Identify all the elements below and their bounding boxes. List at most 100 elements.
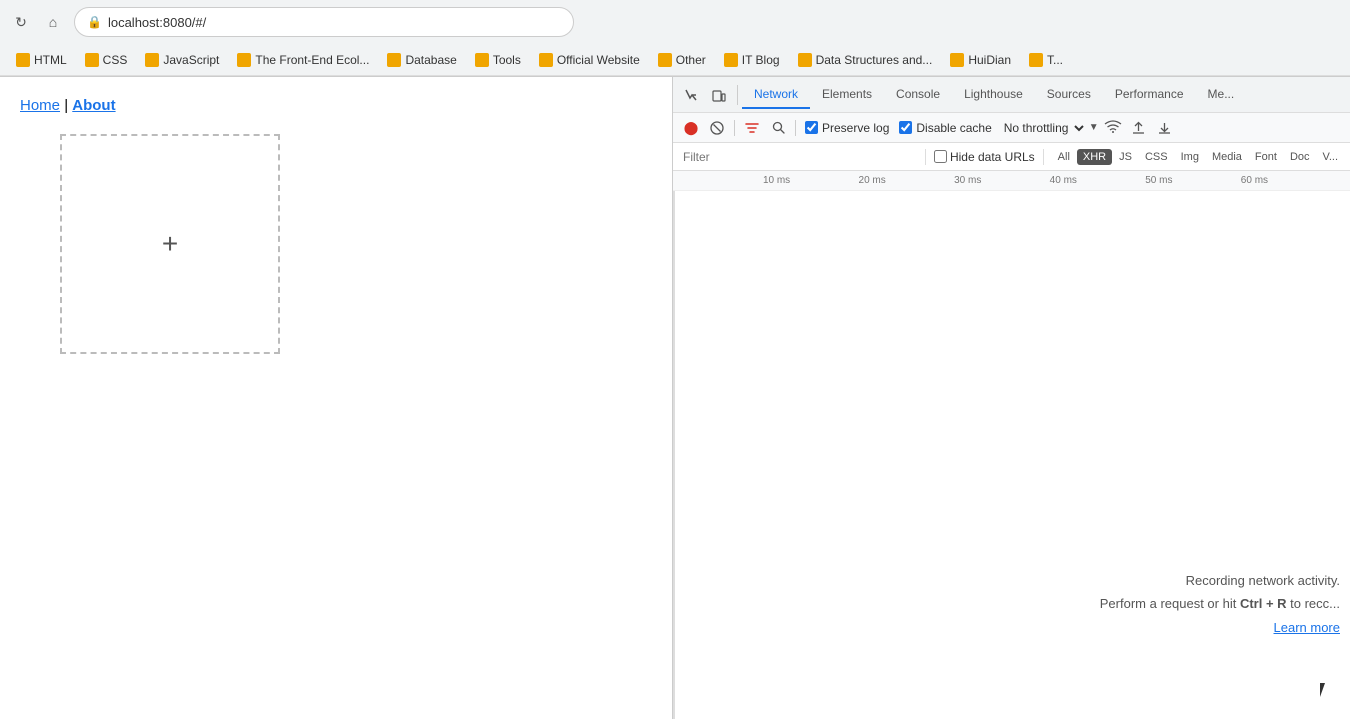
download-icon[interactable] (1153, 116, 1177, 140)
filter-input[interactable] (679, 150, 917, 164)
filter-separator (925, 149, 926, 165)
home-link[interactable]: Home (20, 97, 60, 114)
learn-more-link[interactable]: Learn more (1274, 620, 1340, 635)
bookmark-folder-icon (387, 53, 401, 67)
tab-more[interactable]: Me... (1196, 81, 1247, 109)
url-text: localhost:8080/#/ (108, 15, 206, 30)
refresh-button[interactable]: ↻ (10, 11, 32, 33)
bookmark-t[interactable]: T... (1021, 50, 1071, 70)
tick-30ms: 30 ms (954, 175, 981, 186)
perform-request-text: Perform a request or hit Ctrl + R to rec… (1100, 592, 1340, 615)
lock-icon: 🔒 (87, 15, 102, 29)
network-content: Recording network activity. Perform a re… (673, 191, 1350, 719)
bookmark-folder-icon (85, 53, 99, 67)
wifi-icon (1104, 119, 1122, 136)
timeline-ticks: 10 ms 20 ms 30 ms 40 ms 50 ms 60 ms (681, 171, 1350, 191)
bookmark-folder-icon (237, 53, 251, 67)
upload-icon[interactable] (1127, 116, 1151, 140)
bookmark-javascript[interactable]: JavaScript (137, 50, 227, 70)
tab-network[interactable]: Network (742, 81, 810, 109)
bookmark-folder-icon (950, 53, 964, 67)
devtools-toolbar: ⬤ Preserve (673, 113, 1350, 143)
bookmark-other[interactable]: Other (650, 50, 714, 70)
bookmark-label: Database (405, 53, 456, 67)
clear-button[interactable] (705, 116, 729, 140)
url-bar[interactable]: 🔒 localhost:8080/#/ (74, 7, 574, 37)
bookmark-html[interactable]: HTML (8, 50, 75, 70)
bookmark-label: Data Structures and... (816, 53, 933, 67)
tick-20ms: 20 ms (859, 175, 886, 186)
filter-js[interactable]: JS (1113, 149, 1138, 165)
device-toolbar-button[interactable] (705, 81, 733, 109)
bookmark-folder-icon (798, 53, 812, 67)
bookmark-huidian[interactable]: HuiDian (942, 50, 1019, 70)
search-button[interactable] (766, 116, 790, 140)
bookmark-label: CSS (103, 53, 128, 67)
timeline-vline (673, 191, 675, 719)
bookmark-database[interactable]: Database (379, 50, 464, 70)
filter-css[interactable]: CSS (1139, 149, 1174, 165)
bookmark-folder-icon (475, 53, 489, 67)
recording-text: Recording network activity. (1100, 569, 1340, 592)
tab-performance[interactable]: Performance (1103, 81, 1196, 109)
perform-request-prefix: Perform a request or hit (1100, 596, 1240, 611)
bookmark-folder-icon (539, 53, 553, 67)
tab-lighthouse[interactable]: Lighthouse (952, 81, 1035, 109)
tick-60ms: 60 ms (1241, 175, 1268, 186)
hide-data-urls-label: Hide data URLs (950, 150, 1035, 164)
filter-bar: Hide data URLs All XHR JS CSS Img Media … (673, 143, 1350, 171)
bookmark-it-blog[interactable]: IT Blog (716, 50, 788, 70)
preserve-log-checkbox[interactable]: Preserve log (805, 121, 889, 135)
record-button[interactable]: ⬤ (679, 116, 703, 140)
disable-cache-label: Disable cache (916, 121, 991, 135)
bookmark-label: Other (676, 53, 706, 67)
tab-sources[interactable]: Sources (1035, 81, 1103, 109)
toolbar-separator-2 (795, 120, 796, 136)
tick-10ms: 10 ms (763, 175, 790, 186)
bookmark-folder-icon (16, 53, 30, 67)
filter-v[interactable]: V... (1317, 149, 1345, 165)
filter-media[interactable]: Media (1206, 149, 1248, 165)
filter-all[interactable]: All (1052, 149, 1076, 165)
filter-doc[interactable]: Doc (1284, 149, 1316, 165)
perform-request-suffix: to recc... (1287, 596, 1340, 611)
bookmark-official-website[interactable]: Official Website (531, 50, 648, 70)
filter-xhr[interactable]: XHR (1077, 149, 1112, 165)
throttle-dropdown-icon: ▼ (1089, 122, 1099, 133)
tab-elements[interactable]: Elements (810, 81, 884, 109)
about-link[interactable]: About (72, 97, 115, 114)
page-content: Home | About + (0, 77, 672, 719)
home-button[interactable]: ⌂ (42, 11, 64, 33)
throttle-select[interactable]: No throttling (998, 120, 1087, 136)
bookmarks-bar: HTML CSS JavaScript The Front-End Ecol..… (0, 44, 1350, 76)
bookmark-css[interactable]: CSS (77, 50, 136, 70)
filter-separator-2 (1043, 149, 1044, 165)
learn-more-container: Learn more (1100, 616, 1340, 639)
ctrl-r-text: Ctrl + R (1240, 596, 1287, 611)
page-nav: Home | About (20, 97, 652, 114)
bookmark-label: JavaScript (163, 53, 219, 67)
bookmark-folder-icon (1029, 53, 1043, 67)
bookmark-label: HTML (34, 53, 67, 67)
bookmark-label: The Front-End Ecol... (255, 53, 369, 67)
address-bar: ↻ ⌂ 🔒 localhost:8080/#/ (0, 0, 1350, 44)
timeline-header: 10 ms 20 ms 30 ms 40 ms 50 ms 60 ms (673, 171, 1350, 191)
bookmark-label: HuiDian (968, 53, 1011, 67)
network-empty-state: Recording network activity. Perform a re… (1100, 569, 1340, 639)
bookmark-label: Official Website (557, 53, 640, 67)
bookmark-frontend[interactable]: The Front-End Ecol... (229, 50, 377, 70)
bookmark-data-structures[interactable]: Data Structures and... (790, 50, 941, 70)
tab-console[interactable]: Console (884, 81, 952, 109)
inspect-element-button[interactable] (677, 81, 705, 109)
bookmark-label: IT Blog (742, 53, 780, 67)
devtools-panel: Network Elements Console Lighthouse Sour… (672, 77, 1350, 719)
filter-font[interactable]: Font (1249, 149, 1283, 165)
filter-button[interactable] (740, 116, 764, 140)
filter-type-buttons: All XHR JS CSS Img Media Font Doc V... (1052, 149, 1344, 165)
hide-data-urls-checkbox[interactable]: Hide data URLs (934, 150, 1035, 164)
bookmark-tools[interactable]: Tools (467, 50, 529, 70)
cursor (1320, 683, 1330, 699)
filter-img[interactable]: Img (1175, 149, 1205, 165)
bookmark-folder-icon (658, 53, 672, 67)
disable-cache-checkbox[interactable]: Disable cache (899, 121, 991, 135)
